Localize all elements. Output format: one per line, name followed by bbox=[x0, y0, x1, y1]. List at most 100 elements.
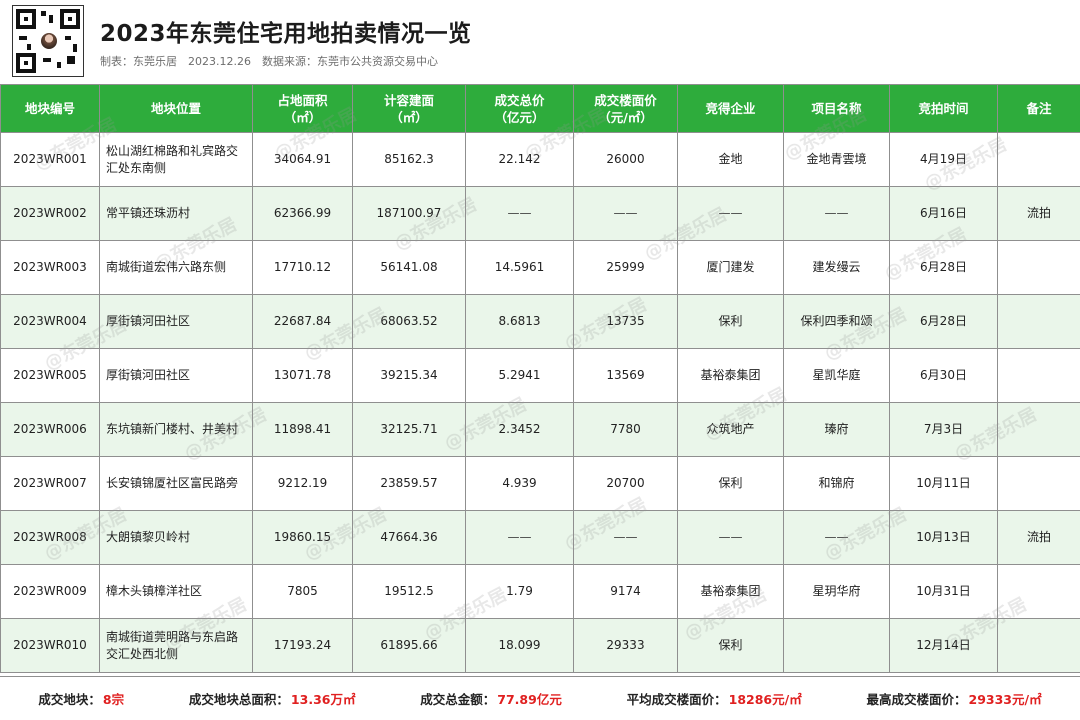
table-row: 2023WR004 厚街镇河田社区 22687.84 68063.52 8.6813 13… bbox=[0, 294, 1080, 349]
table-cell: 5.2941 bbox=[465, 348, 574, 403]
qr-module bbox=[65, 36, 71, 40]
qr-module bbox=[73, 44, 77, 52]
table-cell: 东坑镇新门楼村、井美村 bbox=[99, 402, 253, 457]
table-cell: 常平镇还珠沥村 bbox=[99, 186, 253, 241]
table-cell: 10月31日 bbox=[889, 564, 998, 619]
table-cell: 9174 bbox=[573, 564, 678, 619]
qr-module bbox=[67, 56, 75, 64]
table-cell bbox=[997, 402, 1080, 457]
table-cell: 4.939 bbox=[465, 456, 574, 511]
table-cell: 大朗镇黎贝岭村 bbox=[99, 510, 253, 565]
avatar bbox=[40, 32, 58, 50]
table-cell: 流拍 bbox=[997, 510, 1080, 565]
table-row: 2023WR009 樟木头镇樟洋社区 7805 19512.5 1.79 9174 基裕泰集… bbox=[0, 564, 1080, 619]
table-row: 2023WR001 松山湖红棉路和礼宾路交汇处东南侧 34064.91 85162.3… bbox=[0, 132, 1080, 187]
table-cell: 10月11日 bbox=[889, 456, 998, 511]
table-cell: 6月30日 bbox=[889, 348, 998, 403]
table-cell: 29333 bbox=[573, 618, 678, 673]
table-cell bbox=[997, 240, 1080, 295]
table-cell: —— bbox=[573, 510, 678, 565]
table-cell bbox=[997, 132, 1080, 187]
table-row: 2023WR006 东坑镇新门楼村、井美村 11898.41 32125.71 2.34… bbox=[0, 402, 1080, 457]
summary-stat: 成交地块： 8宗 bbox=[38, 689, 124, 708]
table-body: 2023WR001 松山湖红棉路和礼宾路交汇处东南侧 34064.91 85162.3… bbox=[0, 132, 1080, 673]
column-header: 竞拍时间 bbox=[889, 84, 998, 133]
table-cell: 保利四季和颂 bbox=[783, 294, 890, 349]
table-cell: 星玥华府 bbox=[783, 564, 890, 619]
table-cell: 南城街道莞明路与东启路交汇处西北侧 bbox=[99, 618, 253, 673]
table-cell: 85162.3 bbox=[352, 132, 466, 187]
page-header: 2023年东莞住宅用地拍卖情况一览 制表：东莞乐居 2023.12.26 数据来… bbox=[0, 0, 1080, 84]
table-cell: 7780 bbox=[573, 402, 678, 457]
column-header: 地块编号 bbox=[0, 84, 100, 133]
table-header: 地块编号 地块位置 占地面积 （㎡） 计容建面 （㎡） 成交总价 （亿元） 成交楼面价 （… bbox=[0, 84, 1080, 133]
table-cell: 1.79 bbox=[465, 564, 574, 619]
summary-stat-label: 成交地块： bbox=[38, 692, 101, 707]
column-header: 竞得企业 bbox=[677, 84, 784, 133]
column-header: 备注 bbox=[997, 84, 1080, 133]
table-cell: 11898.41 bbox=[252, 402, 353, 457]
qr-finder-pattern bbox=[16, 9, 36, 29]
table-cell: 保利 bbox=[677, 456, 784, 511]
table-cell: —— bbox=[573, 186, 678, 241]
table-cell: 32125.71 bbox=[352, 402, 466, 457]
page-subtitle: 制表：东莞乐居 2023.12.26 数据来源：东莞市公共资源交易中心 bbox=[100, 55, 438, 68]
table-cell: 保利 bbox=[677, 618, 784, 673]
table-cell: 2023WR004 bbox=[0, 294, 100, 349]
table-cell: 20700 bbox=[573, 456, 678, 511]
table-cell: 18.099 bbox=[465, 618, 574, 673]
table-cell: 建发缦云 bbox=[783, 240, 890, 295]
summary-stat-value: 18286元/㎡ bbox=[728, 692, 802, 707]
table-cell bbox=[997, 456, 1080, 511]
table-cell: 厚街镇河田社区 bbox=[99, 294, 253, 349]
table-row: 2023WR003 南城街道宏伟六路东侧 17710.12 56141.08 14.59… bbox=[0, 240, 1080, 295]
table-cell: 2023WR007 bbox=[0, 456, 100, 511]
summary-stat: 平均成交楼面价： 18286元/㎡ bbox=[627, 689, 802, 708]
table-cell: 流拍 bbox=[997, 186, 1080, 241]
table-row: 2023WR002 常平镇还珠沥村 62366.99 187100.97 —— —— —— —… bbox=[0, 186, 1080, 241]
table-cell: 68063.52 bbox=[352, 294, 466, 349]
table-cell: 南城街道宏伟六路东侧 bbox=[99, 240, 253, 295]
table-cell: 39215.34 bbox=[352, 348, 466, 403]
table-cell: 2023WR008 bbox=[0, 510, 100, 565]
table-cell: 2023WR010 bbox=[0, 618, 100, 673]
table-cell: 17710.12 bbox=[252, 240, 353, 295]
table-cell: —— bbox=[783, 510, 890, 565]
table-cell: 保利 bbox=[677, 294, 784, 349]
column-header: 成交楼面价 （元/㎡） bbox=[573, 84, 678, 133]
table-cell: 8.6813 bbox=[465, 294, 574, 349]
table-cell: 和锦府 bbox=[783, 456, 890, 511]
table-cell: 金地青雲境 bbox=[783, 132, 890, 187]
qr-module bbox=[49, 15, 53, 23]
table-cell: 9212.19 bbox=[252, 456, 353, 511]
table-cell: 34064.91 bbox=[252, 132, 353, 187]
table-cell bbox=[997, 564, 1080, 619]
column-header: 成交总价 （亿元） bbox=[465, 84, 574, 133]
summary-stat-label: 成交地块总面积： bbox=[188, 692, 289, 707]
column-header: 项目名称 bbox=[783, 84, 890, 133]
summary-stat-value: 13.36万㎡ bbox=[290, 692, 356, 707]
summary-stat: 成交地块总面积： 13.36万㎡ bbox=[189, 689, 356, 708]
header-row: 地块编号 地块位置 占地面积 （㎡） 计容建面 （㎡） 成交总价 （亿元） 成交楼面价 （… bbox=[0, 84, 1080, 133]
table-cell: —— bbox=[465, 186, 574, 241]
table-cell: 6月28日 bbox=[889, 240, 998, 295]
table-cell: 13071.78 bbox=[252, 348, 353, 403]
qr-module bbox=[41, 11, 46, 16]
summary-stat-value: 77.89亿元 bbox=[497, 692, 562, 707]
table-cell: —— bbox=[677, 186, 784, 241]
table-cell: 2.3452 bbox=[465, 402, 574, 457]
table-cell: 厚街镇河田社区 bbox=[99, 348, 253, 403]
table-cell: 6月16日 bbox=[889, 186, 998, 241]
page-title: 2023年东莞住宅用地拍卖情况一览 bbox=[100, 21, 472, 47]
table-cell: 长安镇锦厦社区富民路旁 bbox=[99, 456, 253, 511]
table-cell: 61895.66 bbox=[352, 618, 466, 673]
table-row: 2023WR010 南城街道莞明路与东启路交汇处西北侧 17193.24 61895.… bbox=[0, 618, 1080, 673]
summary-stat-value: 29333元/㎡ bbox=[968, 692, 1042, 707]
table-cell: 7805 bbox=[252, 564, 353, 619]
table-cell: —— bbox=[783, 186, 890, 241]
column-header: 地块位置 bbox=[99, 84, 253, 133]
table-row: 2023WR005 厚街镇河田社区 13071.78 39215.34 5.2941 13… bbox=[0, 348, 1080, 403]
table-cell: 19860.15 bbox=[252, 510, 353, 565]
summary-stat: 最高成交楼面价： 29333元/㎡ bbox=[867, 689, 1042, 708]
table-cell: 14.5961 bbox=[465, 240, 574, 295]
